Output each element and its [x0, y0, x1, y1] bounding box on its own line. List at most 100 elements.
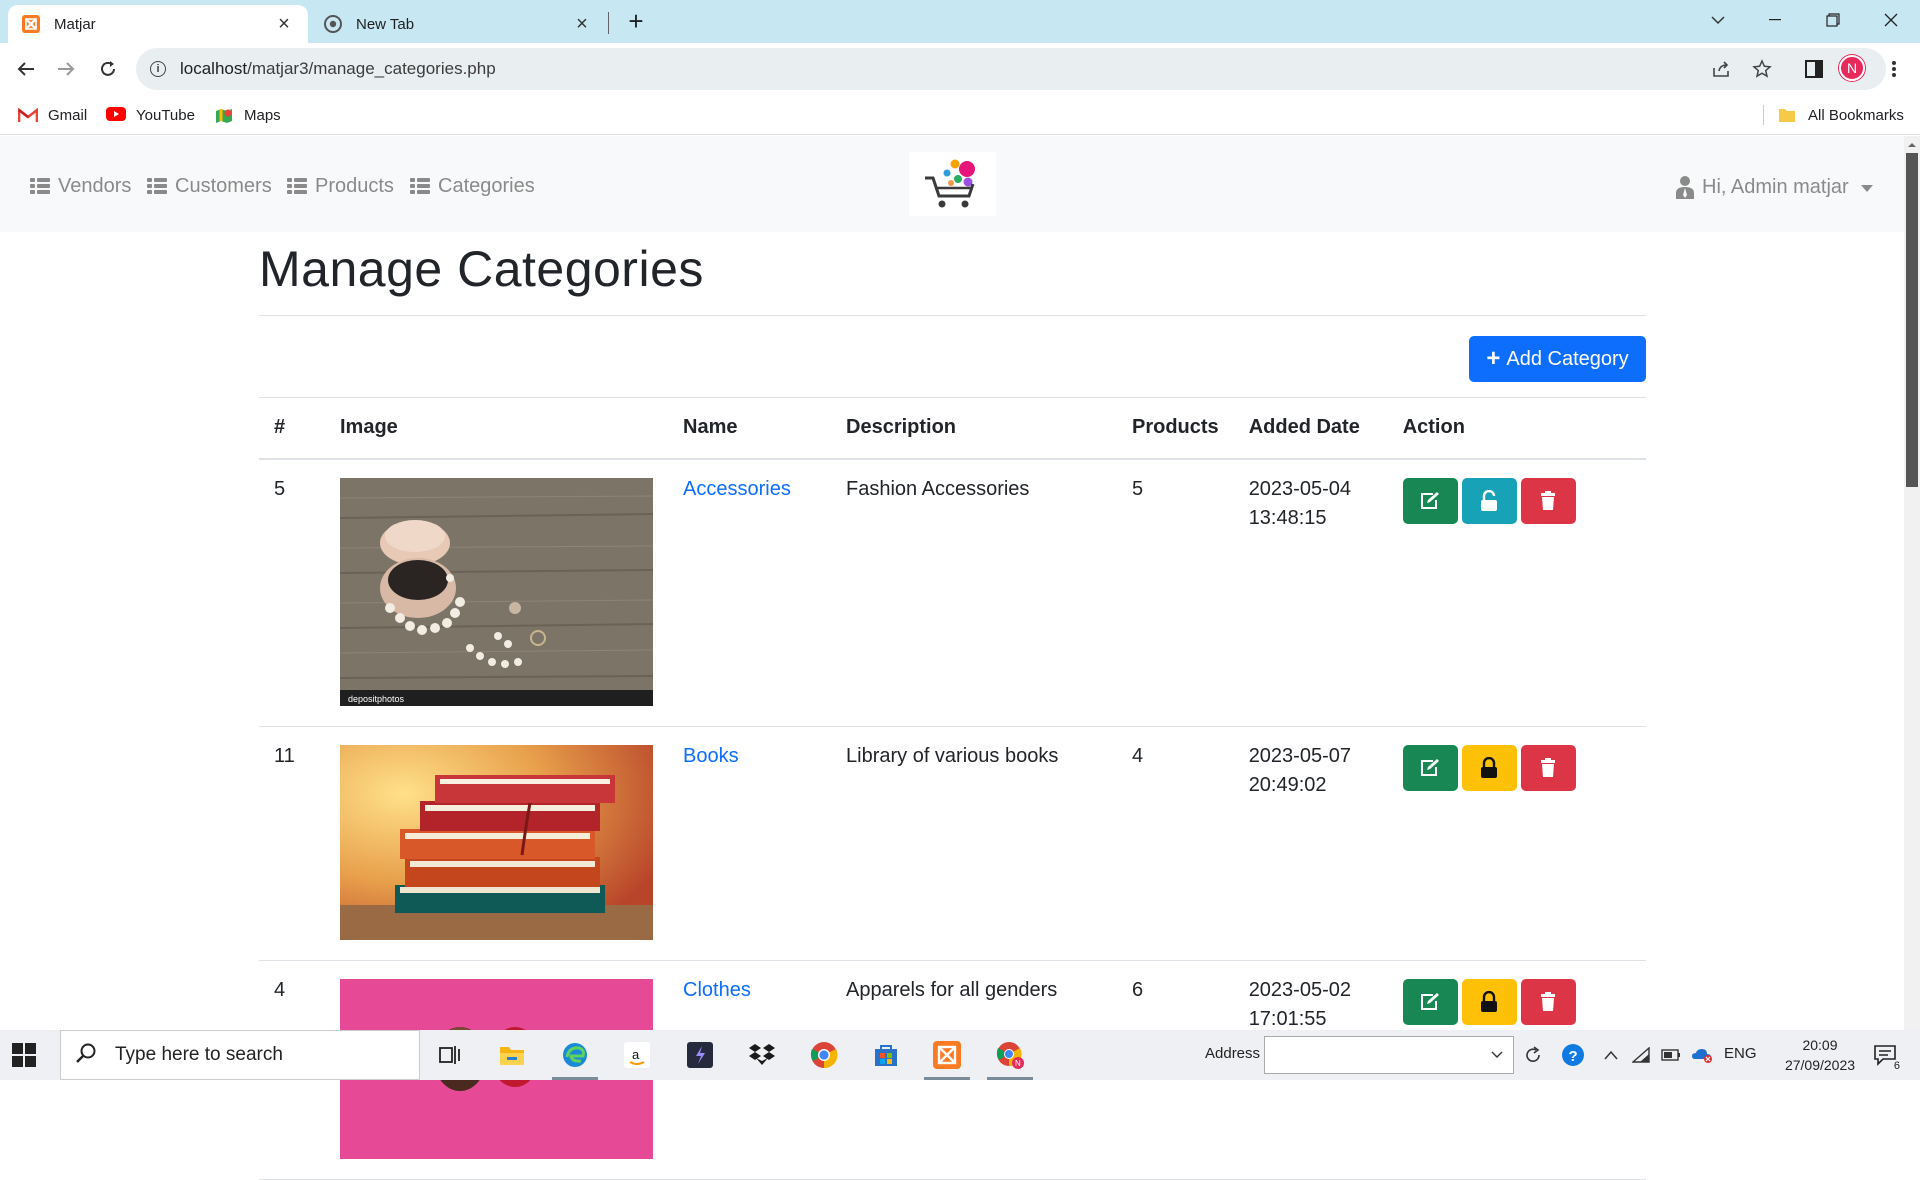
- category-link-books[interactable]: Books: [683, 745, 739, 767]
- bookmark-youtube[interactable]: YouTube: [106, 103, 195, 127]
- notification-count: 6: [1891, 1060, 1902, 1072]
- unlock-icon: [1481, 489, 1498, 511]
- bookmark-gmail[interactable]: Gmail: [17, 103, 87, 127]
- address-toolbar-input[interactable]: [1264, 1036, 1514, 1074]
- cell-name: Books: [668, 726, 831, 961]
- windows-taskbar: Type here to search a N Address ? ENG 20…: [0, 1030, 1920, 1080]
- all-bookmarks-button[interactable]: All Bookmarks: [1778, 103, 1904, 127]
- add-category-button[interactable]: + Add Category: [1469, 336, 1646, 382]
- nav-customers[interactable]: Customers: [147, 174, 272, 198]
- plus-icon: +: [1486, 345, 1501, 372]
- minimize-button[interactable]: [1752, 0, 1798, 40]
- lock-icon: [1481, 990, 1498, 1012]
- help-icon[interactable]: ?: [1560, 1042, 1586, 1068]
- chrome-menu-icon[interactable]: [1880, 55, 1908, 83]
- tab-matjar[interactable]: Matjar ×: [8, 5, 308, 43]
- lock-button[interactable]: [1461, 744, 1517, 791]
- dropbox-icon[interactable]: [745, 1038, 779, 1072]
- side-panel-icon[interactable]: [1800, 55, 1828, 83]
- edit-button[interactable]: [1402, 744, 1458, 791]
- app-navbar: Vendors Customers Products Categories Hi…: [0, 136, 1904, 232]
- cell-name: Accessories: [668, 458, 831, 727]
- col-header-description: Description: [831, 397, 1117, 460]
- terminal-app-icon[interactable]: [683, 1038, 717, 1072]
- scrollbar-thumb[interactable]: [1906, 153, 1918, 487]
- bookmark-separator: [1763, 105, 1764, 125]
- cell-description: Fashion Accessories: [831, 458, 1117, 727]
- svg-text:a: a: [632, 1047, 640, 1062]
- address-toolbar-label: Address: [1205, 1045, 1261, 1062]
- share-icon[interactable]: [1708, 55, 1736, 83]
- category-image-books: [340, 744, 653, 946]
- edit-button[interactable]: [1402, 978, 1458, 1025]
- category-link-clothes[interactable]: Clothes: [683, 979, 751, 1001]
- chevron-down-icon[interactable]: [1491, 1051, 1503, 1059]
- edit-icon: [1421, 758, 1440, 776]
- restore-button[interactable]: [1810, 0, 1856, 40]
- forward-arrow-icon[interactable]: [50, 53, 82, 85]
- col-header-image: Image: [325, 397, 668, 460]
- edit-button[interactable]: [1402, 477, 1458, 524]
- back-arrow-icon[interactable]: [10, 53, 42, 85]
- delete-button[interactable]: [1520, 978, 1576, 1025]
- nav-vendors[interactable]: Vendors: [30, 174, 131, 198]
- lock-button[interactable]: [1461, 978, 1517, 1025]
- close-tab-icon[interactable]: ×: [274, 13, 294, 35]
- close-tab-icon[interactable]: ×: [572, 13, 592, 35]
- youtube-icon: [106, 107, 126, 123]
- microsoft-store-icon[interactable]: [869, 1038, 903, 1072]
- bookmark-star-icon[interactable]: [1748, 55, 1776, 83]
- table-header-row: # Image Name Description Products Added …: [259, 397, 1646, 460]
- xampp-icon[interactable]: [924, 1038, 970, 1080]
- title-divider: [259, 315, 1646, 316]
- windows-start-icon[interactable]: [12, 1043, 36, 1067]
- delete-button[interactable]: [1520, 477, 1576, 524]
- task-view-icon[interactable]: [433, 1038, 467, 1072]
- cell-id: 5: [259, 458, 325, 727]
- new-tab-button[interactable]: +: [622, 8, 650, 36]
- file-explorer-icon[interactable]: [495, 1038, 529, 1072]
- table-row: 11 Books Library of various books 4 2023…: [259, 726, 1646, 961]
- col-header-id: #: [259, 397, 325, 460]
- tab-search-chevron-icon[interactable]: [1695, 0, 1741, 40]
- reload-icon[interactable]: [92, 53, 124, 85]
- site-info-icon[interactable]: i: [150, 61, 166, 77]
- network-icon[interactable]: [1630, 1042, 1652, 1068]
- language-indicator[interactable]: ENG: [1724, 1045, 1757, 1062]
- profile-avatar[interactable]: N: [1839, 55, 1865, 81]
- chrome-profile-icon[interactable]: N: [987, 1038, 1033, 1080]
- trash-icon: [1541, 490, 1556, 510]
- address-bar[interactable]: i localhost/matjar3/manage_categories.ph…: [136, 48, 1886, 90]
- matjar-logo[interactable]: [909, 152, 996, 216]
- close-window-button[interactable]: [1868, 0, 1914, 40]
- show-hidden-icons-chevron-icon[interactable]: [1600, 1042, 1622, 1068]
- onedrive-icon[interactable]: [1690, 1042, 1714, 1068]
- maps-icon: [214, 107, 234, 123]
- chrome-icon[interactable]: [807, 1038, 841, 1072]
- cell-products: 4: [1117, 726, 1234, 961]
- browser-tab-strip: Matjar × New Tab × +: [0, 0, 1920, 43]
- refresh-icon[interactable]: [1520, 1042, 1546, 1068]
- cell-actions: [1387, 458, 1646, 727]
- category-link-accessories[interactable]: Accessories: [683, 478, 791, 500]
- scroll-up-arrow-icon[interactable]: [1906, 138, 1918, 150]
- bookmark-maps[interactable]: Maps: [214, 103, 281, 127]
- svg-text:?: ?: [1569, 1048, 1578, 1065]
- taskbar-search-input[interactable]: Type here to search: [60, 1030, 420, 1080]
- tab-separator: [608, 12, 609, 34]
- amazon-icon[interactable]: a: [620, 1038, 654, 1072]
- edge-icon[interactable]: [552, 1038, 598, 1080]
- system-clock[interactable]: 20:09 27/09/2023: [1775, 1035, 1865, 1075]
- notifications-icon[interactable]: 6: [1868, 1040, 1902, 1072]
- battery-icon[interactable]: [1660, 1042, 1682, 1068]
- edit-icon: [1421, 491, 1440, 509]
- unlock-button[interactable]: [1461, 477, 1517, 524]
- trash-icon: [1541, 991, 1556, 1011]
- nav-products[interactable]: Products: [287, 174, 394, 198]
- col-header-action: Action: [1387, 397, 1646, 460]
- delete-button[interactable]: [1520, 744, 1576, 791]
- tab-new-tab[interactable]: New Tab ×: [310, 5, 606, 43]
- nav-categories[interactable]: Categories: [410, 174, 535, 198]
- user-menu-dropdown[interactable]: Hi, Admin matjar: [1676, 174, 1873, 200]
- tab-title: New Tab: [356, 15, 415, 33]
